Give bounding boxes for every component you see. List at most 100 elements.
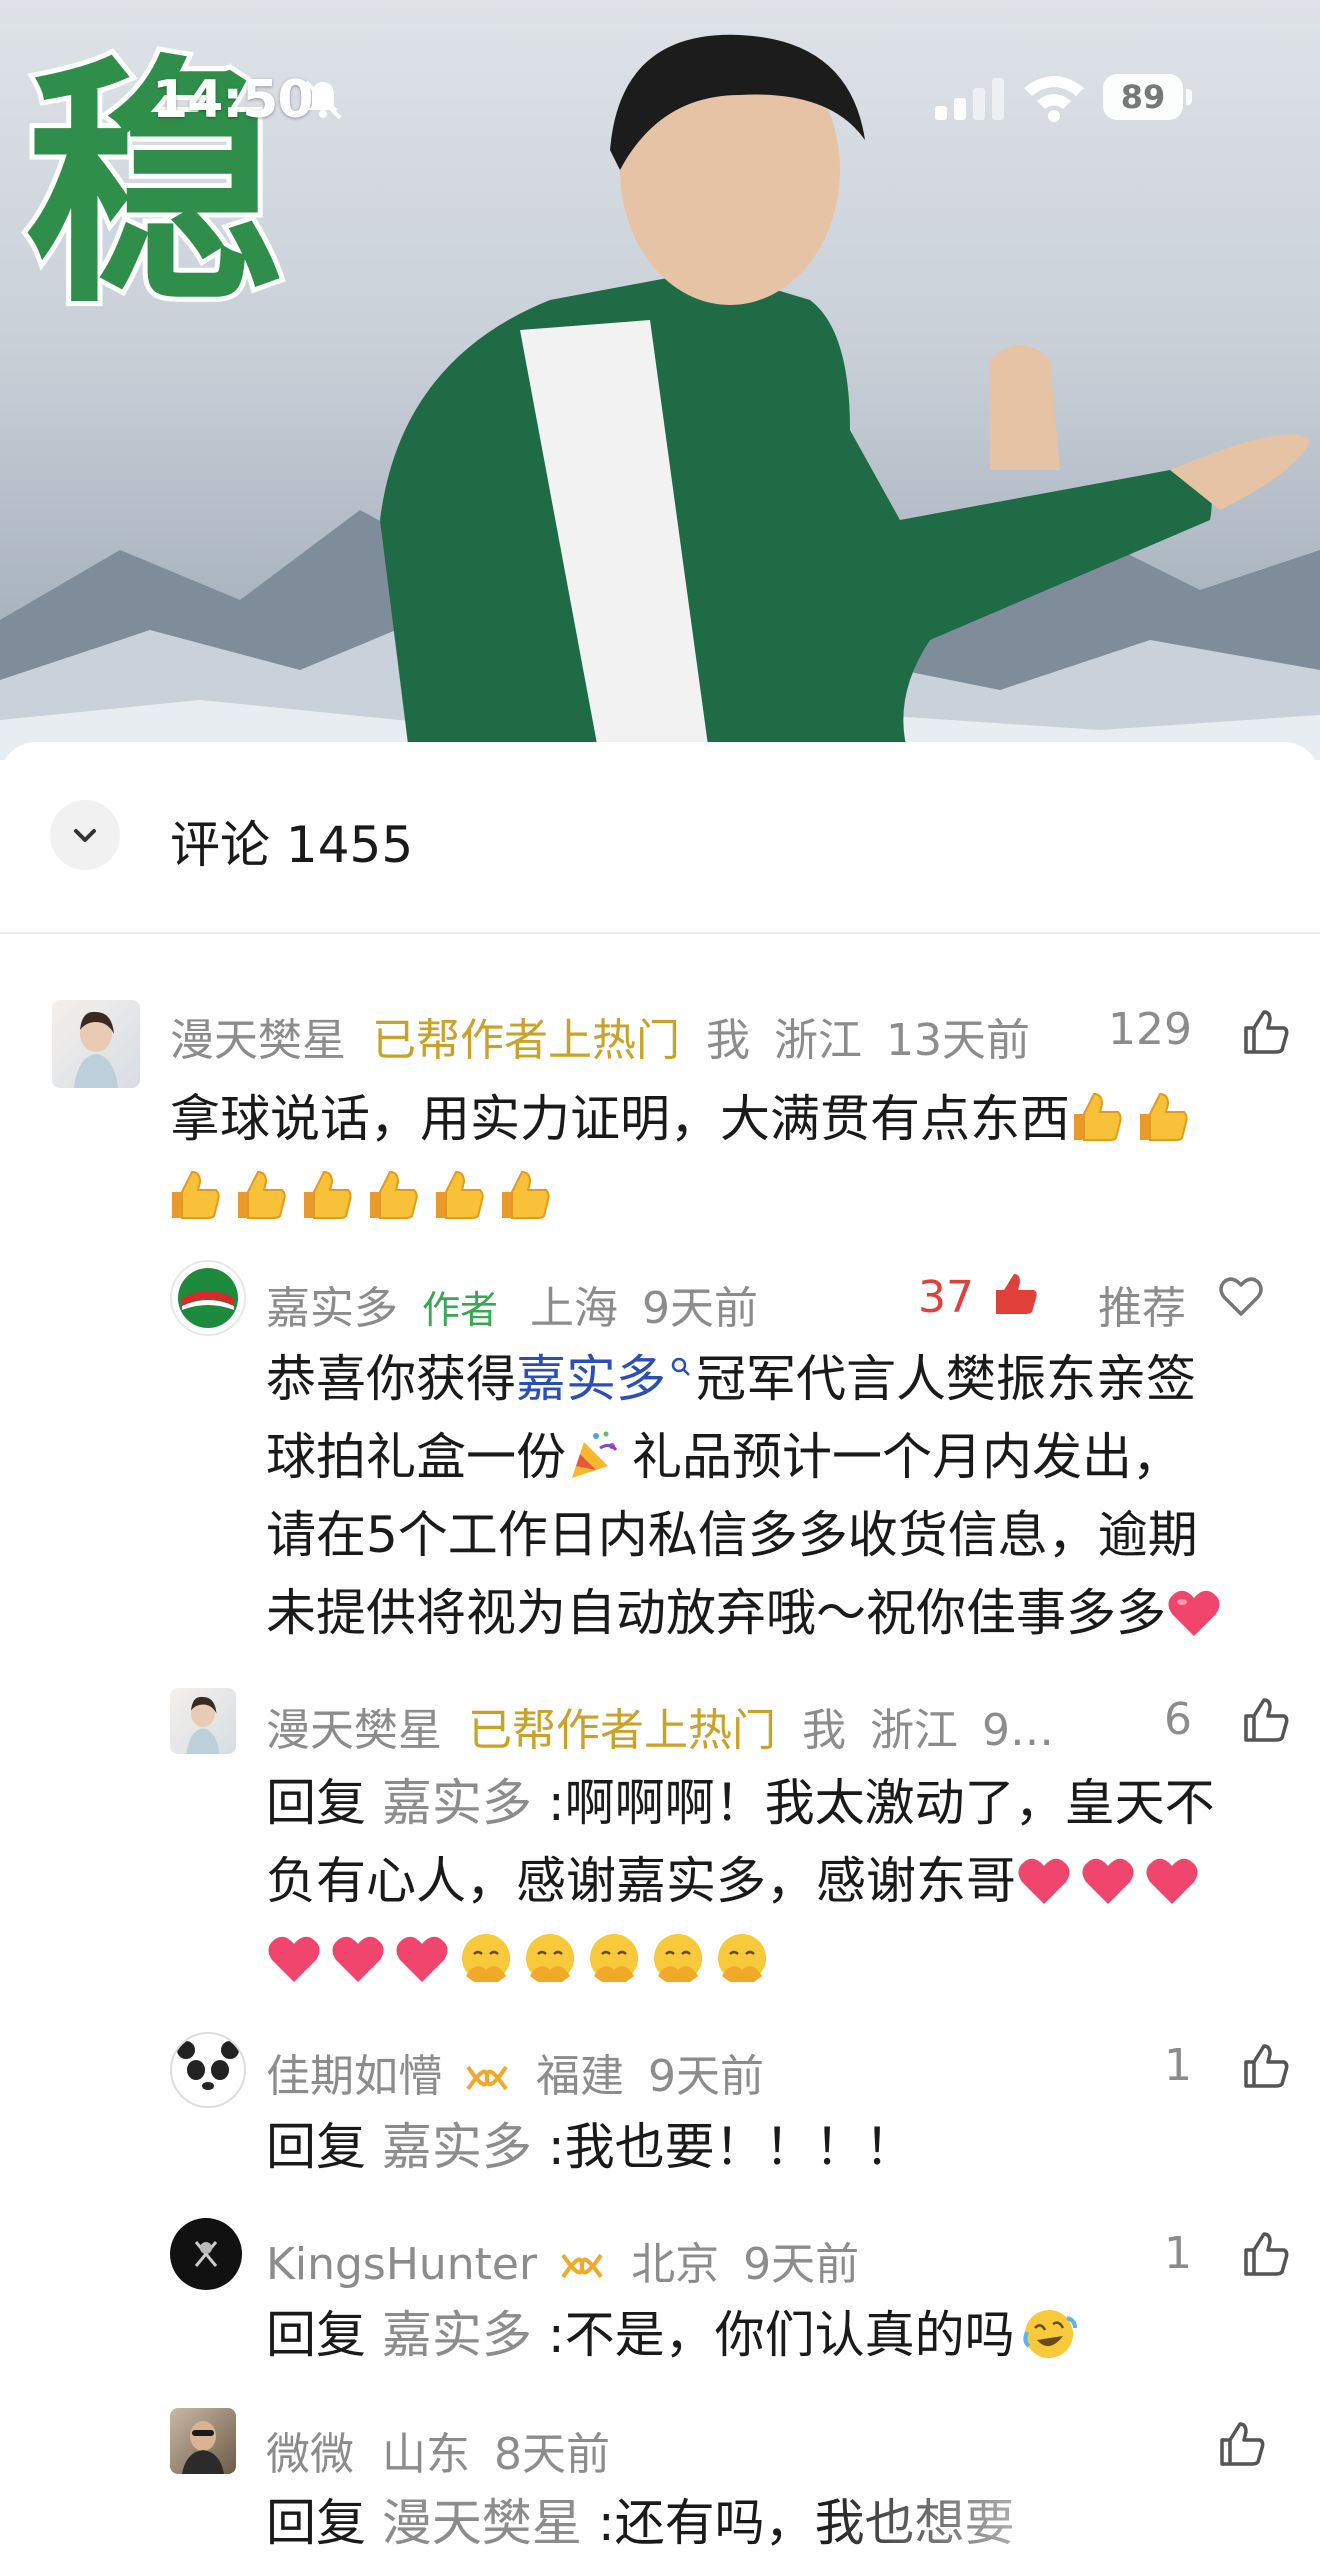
- thumbs-emoji-row: [168, 1158, 1270, 1236]
- status-time: 14:50: [152, 70, 314, 130]
- location: 山东: [382, 2429, 470, 2480]
- comment-line: 请在5个工作日内私信多多收货信息，逾期: [266, 1506, 1198, 1564]
- mute-bell-icon: [304, 80, 342, 120]
- comment-line: 拿球说话，用实力证明，大满贯有点东西: [170, 1090, 1070, 1148]
- reply-to-user[interactable]: 嘉实多: [382, 1774, 532, 1832]
- me-tag: 我: [706, 1015, 750, 1066]
- reply-label: 回复: [266, 2494, 366, 2552]
- author-tag: 作者: [422, 1288, 499, 1332]
- reply-label: 回复: [266, 2306, 366, 2364]
- search-icon[interactable]: [670, 1356, 692, 1378]
- infinity-badge-icon: [466, 2065, 508, 2091]
- comment-line: 负有心人，感谢嘉实多，感谢东哥: [266, 1852, 1016, 1910]
- comment-text: 回复 嘉实多 :不是，你们认真的吗: [266, 2296, 1286, 2374]
- avatar[interactable]: [170, 1688, 236, 1754]
- timestamp: 9天前: [648, 2051, 764, 2102]
- battery-indicator: 89: [1103, 74, 1195, 120]
- like-count: 1: [1164, 2040, 1192, 2091]
- location: 上海: [530, 1283, 619, 1334]
- comment-text: 回复 嘉实多 :啊啊啊！我太激动了，皇天不 负有心人，感谢嘉实多，感谢东哥: [266, 1764, 1286, 1998]
- location: 浙江: [774, 1015, 862, 1066]
- comment-line: 恭喜你获得: [266, 1350, 516, 1408]
- username[interactable]: 嘉实多: [266, 1283, 398, 1334]
- comment-count-title: 评论 1455: [170, 816, 414, 874]
- avatar[interactable]: [170, 2218, 242, 2290]
- bottom-fade-overlay: [820, 2480, 1320, 2546]
- heart-emoji-icon: [268, 1936, 320, 1982]
- comment-line: :不是，你们认真的吗: [547, 2306, 1015, 2364]
- comment-meta: 佳期如懵 福建 9天前: [266, 2040, 764, 2104]
- reply-label: 回复: [266, 1774, 366, 1832]
- comment-line: 球拍礼盒一份: [266, 1428, 566, 1486]
- me-tag: 我: [802, 1705, 846, 1756]
- username[interactable]: 漫天樊星: [170, 1015, 346, 1066]
- comment-line: :我也要！！！！: [547, 2118, 915, 2176]
- thumbs-up-filled-icon[interactable]: [990, 1268, 1040, 1318]
- comment-text: 回复 嘉实多 :我也要！！！！: [266, 2108, 1286, 2186]
- username[interactable]: 微微: [266, 2429, 354, 2480]
- like-count: 37: [918, 1272, 974, 1323]
- cellular-signal-icon: [935, 78, 1004, 120]
- timestamp: 9…: [982, 1705, 1054, 1756]
- shy-face-emoji-icon: [590, 1934, 638, 1982]
- reply-to-user[interactable]: 漫天樊星: [382, 2494, 582, 2552]
- comment-text: 拿球说话，用实力证明，大满贯有点东西: [170, 1080, 1270, 1236]
- timestamp: 13天前: [886, 1015, 1030, 1066]
- like-count: 129: [1108, 1004, 1192, 1055]
- username[interactable]: KingsHunter: [266, 2239, 537, 2290]
- wifi-icon: [1024, 76, 1084, 122]
- avatar[interactable]: [52, 1000, 140, 1088]
- location: 福建: [536, 2051, 624, 2102]
- thumbs-emoji-icon: [1070, 1090, 1202, 1148]
- collapse-button[interactable]: [50, 800, 120, 870]
- comment-meta: 漫天樊星 已帮作者上热门 我 浙江 13天前: [170, 1004, 1030, 1068]
- thumbs-up-icon[interactable]: [1240, 2040, 1290, 2090]
- like-count: 1: [1164, 2228, 1192, 2279]
- timestamp: 9天前: [642, 1283, 759, 1334]
- battery-level: 89: [1103, 74, 1183, 120]
- comment-line: 礼品预计一个月内发出，: [632, 1428, 1182, 1486]
- shy-face-emoji-icon: [654, 1934, 702, 1982]
- infinity-badge-icon: [561, 2253, 603, 2279]
- heart-outline-icon[interactable]: [1216, 1270, 1266, 1320]
- avatar[interactable]: [170, 2032, 246, 2108]
- timestamp: 9天前: [743, 2239, 860, 2290]
- heart-emoji-icon: [1082, 1858, 1134, 1904]
- location: 北京: [631, 2239, 720, 2290]
- shy-face-emoji-icon: [526, 1934, 574, 1982]
- avatar[interactable]: [170, 1260, 246, 1336]
- location: 浙江: [870, 1705, 958, 1756]
- heart-emoji-icon: [396, 1936, 448, 1982]
- comment-meta: 微微 山东 8天前: [266, 2418, 610, 2482]
- chevron-down-icon: [74, 829, 96, 842]
- comment-sheet-header: 评论 1455: [0, 742, 1320, 934]
- thumbs-up-icon[interactable]: [1240, 1006, 1290, 1056]
- comment-meta: KingsHunter 北京 9天前: [266, 2228, 859, 2292]
- reply-to-user[interactable]: 嘉实多: [382, 2118, 532, 2176]
- shy-face-emoji-icon: [718, 1934, 766, 1982]
- party-popper-icon: [572, 1431, 618, 1478]
- like-count: 6: [1164, 1694, 1192, 1745]
- hot-badge: 已帮作者上热门: [372, 1015, 680, 1066]
- recommend-label[interactable]: 推荐: [1098, 1272, 1186, 1336]
- username[interactable]: 佳期如懵: [266, 2051, 442, 2102]
- hot-badge: 已帮作者上热门: [468, 1705, 776, 1756]
- comment-text: 恭喜你获得嘉实多 冠军代言人樊振东亲签 球拍礼盒一份 礼品预计一个月内发出， 请在5…: [266, 1340, 1286, 1652]
- comment-line: 冠军代言人樊振东亲签: [696, 1350, 1196, 1408]
- timestamp: 8天前: [494, 2429, 610, 2480]
- avatar[interactable]: [170, 2408, 236, 2474]
- username[interactable]: 漫天樊星: [266, 1705, 442, 1756]
- thumbs-up-icon[interactable]: [1240, 2228, 1290, 2278]
- reply-to-user[interactable]: 嘉实多: [382, 2306, 532, 2364]
- shy-face-emoji-icon: [462, 1934, 510, 1982]
- heart-emoji-icon: [1146, 1858, 1198, 1904]
- comment-meta: 漫天樊星 已帮作者上热门 我 浙江 9…: [266, 1694, 1054, 1758]
- thumbs-up-icon[interactable]: [1240, 1694, 1290, 1744]
- comment-line: :啊啊啊！我太激动了，皇天不: [547, 1774, 1215, 1832]
- comment-meta: 嘉实多 作者 上海 9天前: [266, 1272, 758, 1336]
- thumbs-up-icon[interactable]: [1216, 2418, 1266, 2468]
- video-cover[interactable]: 稳 14:50 89: [0, 0, 1320, 760]
- heart-emoji-icon: [1168, 1590, 1220, 1636]
- heart-emoji-icon: [332, 1936, 384, 1982]
- search-link[interactable]: 嘉实多: [516, 1350, 666, 1408]
